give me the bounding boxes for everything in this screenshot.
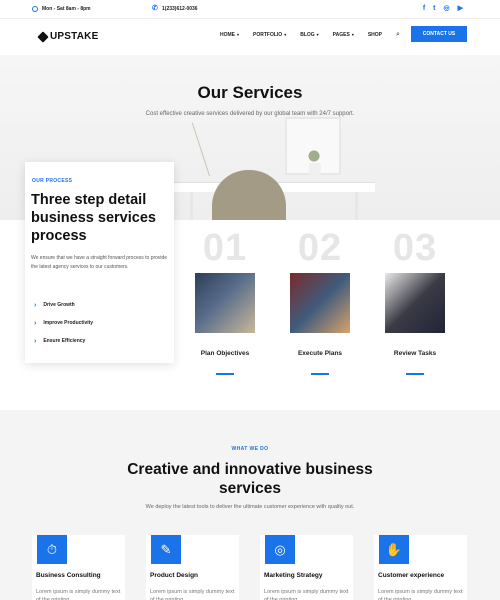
phone-icon: ✆ xyxy=(152,5,158,12)
service-card-title[interactable]: Marketing Strategy xyxy=(264,572,354,579)
chair-image xyxy=(212,170,286,220)
process-description: We ensure that we have a straight forwar… xyxy=(31,255,168,270)
list-item-label: Drive Growth xyxy=(43,302,75,308)
step-label: Execute Plans xyxy=(297,350,343,357)
search-icon[interactable]: ⌕ xyxy=(396,31,400,39)
briefcase-clock-icon: ⏱ xyxy=(37,535,67,564)
service-card[interactable]: ◎ Marketing Strategy Lorem ipsum is simp… xyxy=(260,535,353,600)
list-item: › Ensure Efficiency xyxy=(34,332,164,350)
nav-item-label: PAGES xyxy=(332,32,350,38)
page-title: Our Services xyxy=(197,83,303,102)
chevron-down-icon: ▾ xyxy=(237,32,240,37)
instagram-icon[interactable]: ◎ xyxy=(444,5,450,13)
list-item-label: Ensure Efficiency xyxy=(43,338,86,344)
service-card-text: Lorem ipsum is simply dummy text of the … xyxy=(36,589,121,600)
phone-text[interactable]: 1(233)612-0036 xyxy=(162,6,198,12)
chevron-down-icon: ▾ xyxy=(316,32,319,37)
handshake-icon: ✋ xyxy=(379,535,409,564)
chevron-right-icon: › xyxy=(34,301,37,309)
nav-item-portfolio[interactable]: PORTFOLIO ▾ xyxy=(253,32,286,38)
nav-item-home[interactable]: HOME ▾ xyxy=(220,32,239,38)
step-underline xyxy=(216,373,234,375)
step-photo xyxy=(290,273,350,333)
chevron-down-icon: ▾ xyxy=(351,32,354,37)
service-card[interactable]: ✎ Product Design Lorem ipsum is simply d… xyxy=(146,535,239,600)
step-photo xyxy=(195,273,255,333)
phone-info[interactable]: ✆ 1(233)612-0036 xyxy=(152,5,198,12)
plant-pot-image xyxy=(309,163,321,175)
process-list: › Drive Growth › Improve Productivity › … xyxy=(34,296,164,350)
services-label: WHAT WE DO xyxy=(231,446,269,452)
desk-leg xyxy=(190,192,193,220)
nav-menu: HOME ▾ PORTFOLIO ▾ BLOG ▾ PAGES ▾ SHOP xyxy=(220,32,382,38)
service-card-text: Lorem ipsum is simply dummy text of the … xyxy=(150,589,235,600)
service-card[interactable]: ✋ Customer experience Lorem ipsum is sim… xyxy=(374,535,467,600)
top-bar: Mon - Sat 8am - 8pm ✆ 1(233)612-0036 f t… xyxy=(0,0,500,19)
hours-text: Mon - Sat 8am - 8pm xyxy=(42,6,91,12)
service-card-text: Lorem ipsum is simply dummy text of the … xyxy=(264,589,349,600)
logo-icon xyxy=(37,30,49,43)
services-section: WHAT WE DO Creative and innovative busin… xyxy=(0,410,500,600)
service-card-title[interactable]: Product Design xyxy=(150,572,240,579)
service-card-text: Lorem ipsum is simply dummy text of the … xyxy=(378,589,463,600)
service-card-title[interactable]: Customer experience xyxy=(378,572,468,579)
step-number: 02 xyxy=(297,227,343,269)
nav-item-shop[interactable]: SHOP xyxy=(368,32,382,38)
chevron-right-icon: › xyxy=(34,319,37,327)
branch-decoration xyxy=(169,122,211,184)
nav-item-label: PORTFOLIO xyxy=(253,32,283,38)
logo-text: UPSTAKE xyxy=(50,31,99,42)
step-underline xyxy=(406,373,424,375)
main-nav: UPSTAKE HOME ▾ PORTFOLIO ▾ BLOG ▾ PAGES ▾ SH… xyxy=(0,19,500,55)
process-label: OUR PROCESS xyxy=(32,178,73,184)
youtube-icon[interactable]: ▶ xyxy=(458,5,463,13)
design-tools-icon: ✎ xyxy=(151,535,181,564)
process-title: Three step detail business services proc… xyxy=(31,192,156,244)
chevron-down-icon: ▾ xyxy=(284,32,287,37)
services-subtitle: We deploy the latest tools to deliver th… xyxy=(145,504,355,510)
nav-item-blog[interactable]: BLOG ▾ xyxy=(300,32,318,38)
services-title: Creative and innovative business service… xyxy=(127,461,373,497)
clock-icon xyxy=(32,6,38,12)
service-card[interactable]: ⏱ Business Consulting Lorem ipsum is sim… xyxy=(32,535,125,600)
social-links: f t ◎ ▶ xyxy=(423,5,463,13)
contact-us-button[interactable]: CONTACT US xyxy=(411,26,467,42)
step-item: 03 Review Tasks xyxy=(380,227,450,375)
desk-leg xyxy=(355,192,358,220)
step-item: 01 Plan Objectives xyxy=(190,227,260,375)
step-number: 03 xyxy=(392,227,438,269)
facebook-icon[interactable]: f xyxy=(423,5,425,13)
twitter-icon[interactable]: t xyxy=(433,5,435,13)
list-item-label: Improve Productivity xyxy=(43,320,94,326)
hours-info: Mon - Sat 8am - 8pm xyxy=(32,6,91,12)
step-photo xyxy=(385,273,445,333)
chevron-right-icon: › xyxy=(34,337,37,345)
step-item: 02 Execute Plans xyxy=(285,227,355,375)
list-item: › Drive Growth xyxy=(34,296,164,314)
process-card: OUR PROCESS Three step detail business s… xyxy=(25,162,174,363)
nav-item-label: HOME xyxy=(220,32,235,38)
step-underline xyxy=(311,373,329,375)
hero-subtitle: Cost effective creative services deliver… xyxy=(145,111,355,117)
nav-item-label: BLOG xyxy=(300,32,315,38)
step-label: Plan Objectives xyxy=(200,350,250,357)
target-icon: ◎ xyxy=(265,535,295,564)
step-label: Review Tasks xyxy=(393,350,437,357)
list-item: › Improve Productivity xyxy=(34,314,164,332)
logo[interactable]: UPSTAKE xyxy=(37,30,99,43)
step-number: 01 xyxy=(202,227,248,269)
service-card-title[interactable]: Business Consulting xyxy=(36,572,126,579)
nav-item-pages[interactable]: PAGES ▾ xyxy=(333,32,354,38)
